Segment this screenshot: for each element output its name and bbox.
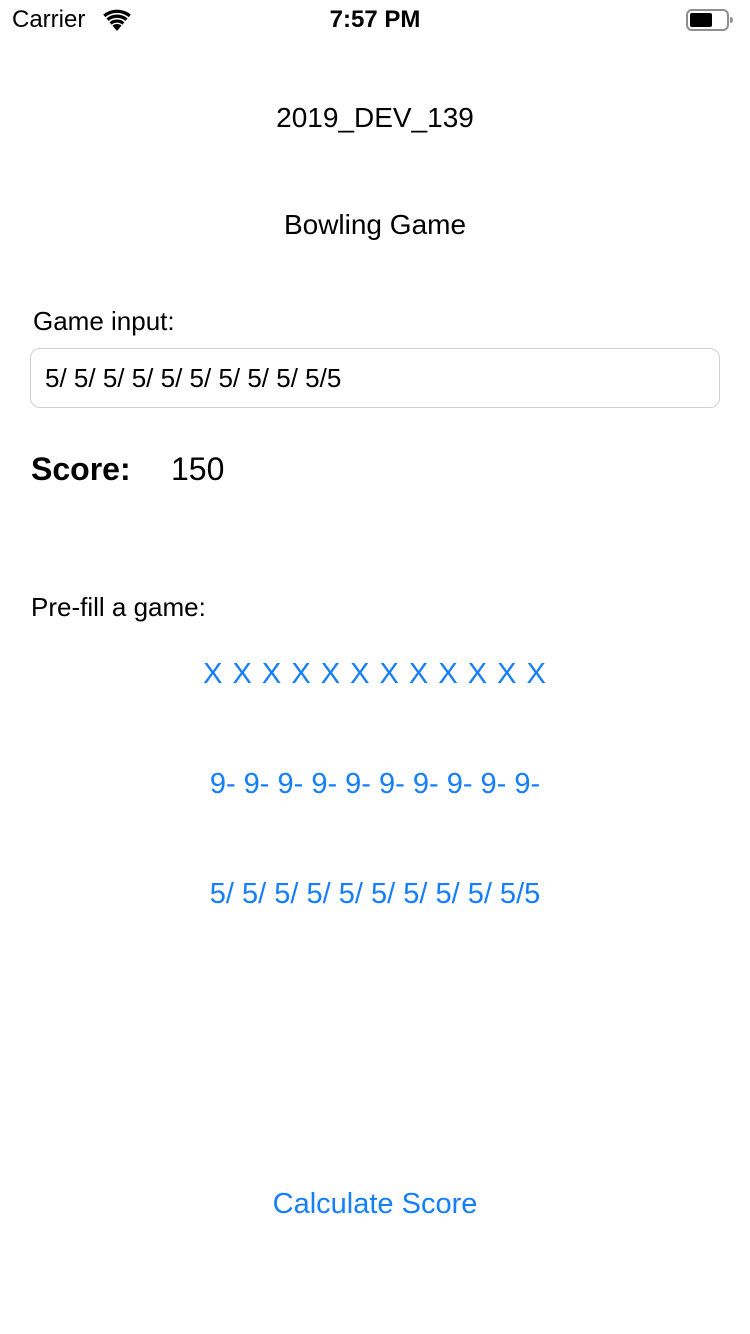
prefill-all-spares-button[interactable]: 5/ 5/ 5/ 5/ 5/ 5/ 5/ 5/ 5/ 5/5 [0,876,750,912]
battery-icon [686,9,733,31]
status-bar: Carrier 7:57 PM [0,0,750,40]
prefill-all-strikes-button[interactable]: X X X X X X X X X X X X [0,656,750,692]
game-input-field[interactable] [30,348,720,408]
app-title: 2019_DEV_139 [276,102,474,133]
calculate-score-button[interactable]: Calculate Score [0,1186,750,1222]
game-input-label: Game input: [33,306,175,336]
clock-time: 7:57 PM [329,6,421,33]
prefill-label: Pre-fill a game: [31,592,206,622]
page-subtitle: Bowling Game [283,209,467,240]
score-value: 150 [171,451,225,487]
prefill-nine-miss-button[interactable]: 9- 9- 9- 9- 9- 9- 9- 9- 9- 9- [0,766,750,802]
score-label: Score: [31,451,131,487]
